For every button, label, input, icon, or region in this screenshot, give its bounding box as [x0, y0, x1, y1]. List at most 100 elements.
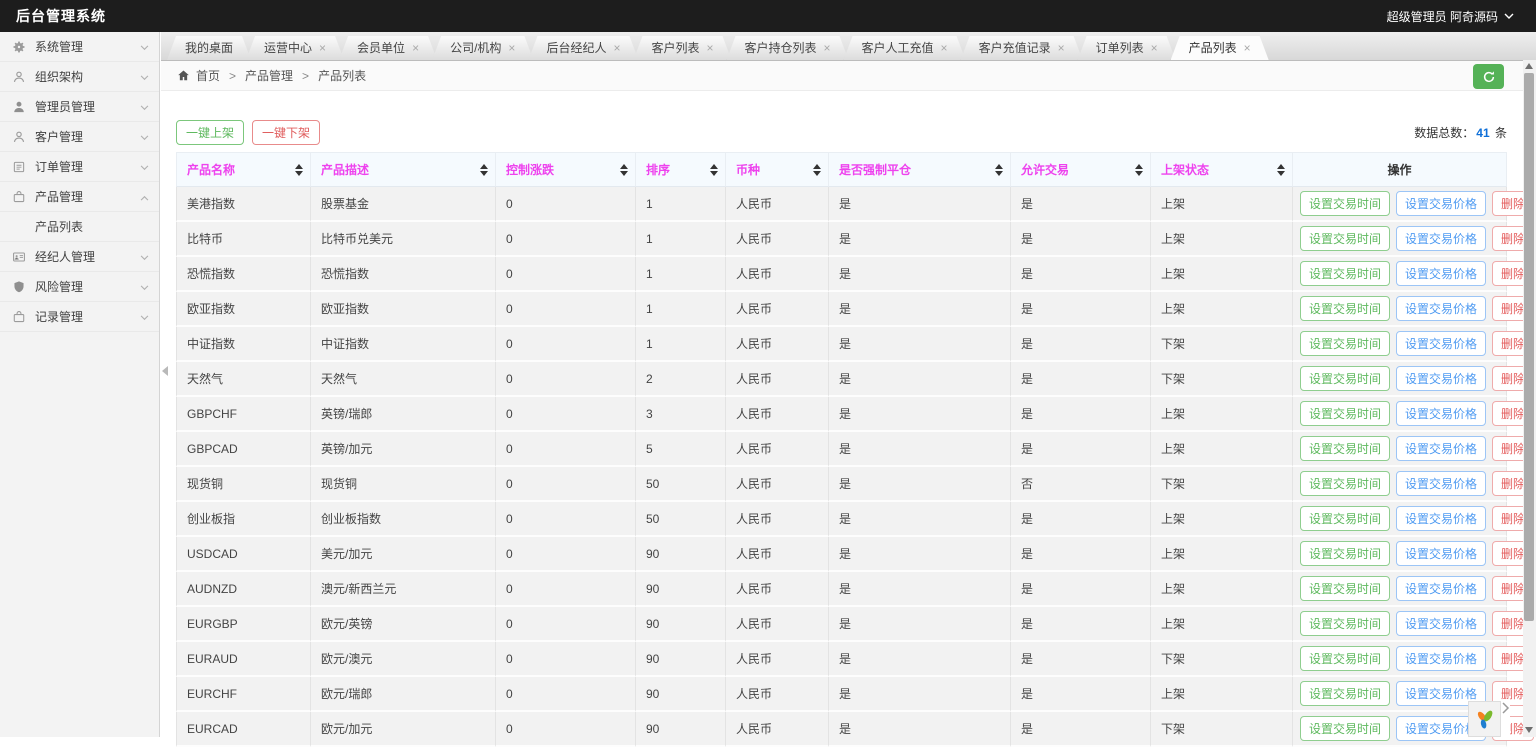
cell-status: 上架 [1151, 572, 1293, 607]
sidebar-item[interactable]: 产品管理 [0, 182, 159, 212]
tab[interactable]: 我的桌面 [167, 36, 251, 60]
sidebar-item[interactable]: 客户管理 [0, 122, 159, 152]
set-trade-time-button[interactable]: 设置交易时间 [1300, 191, 1390, 216]
set-trade-price-button[interactable]: 设置交易价格 [1396, 646, 1486, 671]
tab[interactable]: 会员单位× [339, 36, 437, 60]
set-trade-price-button[interactable]: 设置交易价格 [1396, 471, 1486, 496]
column-header-sortable[interactable]: 排序 [636, 152, 726, 187]
set-trade-time-button[interactable]: 设置交易时间 [1300, 366, 1390, 391]
cell-control: 0 [496, 677, 636, 712]
tab-close-icon[interactable]: × [412, 42, 419, 54]
sort-arrows-icon[interactable] [813, 164, 821, 176]
breadcrumb-item[interactable]: 产品列表 [318, 69, 366, 83]
sort-arrows-icon[interactable] [995, 164, 1003, 176]
column-header-sortable[interactable]: 是否强制平仓 [829, 152, 1011, 187]
sidebar-collapse-handle[interactable] [160, 352, 170, 390]
set-trade-price-button[interactable]: 设置交易价格 [1396, 261, 1486, 286]
set-trade-time-button[interactable]: 设置交易时间 [1300, 436, 1390, 461]
column-header-sortable[interactable]: 控制涨跌 [496, 152, 636, 187]
sidebar-item[interactable]: 记录管理 [0, 302, 159, 332]
sort-arrows-icon[interactable] [710, 164, 718, 176]
refresh-button[interactable] [1473, 64, 1504, 89]
sort-arrows-icon[interactable] [295, 164, 303, 176]
scroll-down-icon[interactable] [1525, 727, 1533, 733]
tab[interactable]: 运营中心× [246, 36, 344, 60]
sidebar-subitem[interactable]: 产品列表 [0, 212, 159, 242]
tab[interactable]: 客户充值记录× [961, 36, 1083, 60]
set-trade-price-button[interactable]: 设置交易价格 [1396, 401, 1486, 426]
scroll-up-icon[interactable] [1525, 63, 1533, 69]
set-trade-price-button[interactable]: 设置交易价格 [1396, 541, 1486, 566]
user-menu[interactable]: 超级管理员 阿奇源码 [1387, 8, 1536, 25]
set-trade-time-button[interactable]: 设置交易时间 [1300, 296, 1390, 321]
tab-close-icon[interactable]: × [508, 42, 515, 54]
set-trade-price-button[interactable]: 设置交易价格 [1396, 226, 1486, 251]
tab-close-icon[interactable]: × [613, 42, 620, 54]
set-trade-price-button[interactable]: 设置交易价格 [1396, 191, 1486, 216]
sidebar-item[interactable]: 系统管理 [0, 32, 159, 62]
vertical-scrollbar[interactable] [1523, 60, 1536, 737]
sort-arrows-icon[interactable] [620, 164, 628, 176]
set-trade-time-button[interactable]: 设置交易时间 [1300, 541, 1390, 566]
set-trade-time-button[interactable]: 设置交易时间 [1300, 471, 1390, 496]
set-trade-time-button[interactable]: 设置交易时间 [1300, 716, 1390, 741]
set-trade-time-button[interactable]: 设置交易时间 [1300, 611, 1390, 636]
sort-arrows-icon[interactable] [1277, 164, 1285, 176]
cell-currency: 人民币 [726, 607, 829, 642]
tab[interactable]: 后台经纪人× [528, 36, 638, 60]
batch-on-shelf-button[interactable]: 一键上架 [176, 120, 244, 145]
tab-close-icon[interactable]: × [319, 42, 326, 54]
batch-off-shelf-button[interactable]: 一键下架 [252, 120, 320, 145]
column-header-sortable[interactable]: 上架状态 [1151, 152, 1293, 187]
sort-arrows-icon[interactable] [1135, 164, 1143, 176]
column-header-sortable[interactable]: 产品描述 [311, 152, 496, 187]
tab[interactable]: 客户持仓列表× [727, 36, 849, 60]
sidebar-item[interactable]: 组织架构 [0, 62, 159, 92]
set-trade-time-button[interactable]: 设置交易时间 [1300, 506, 1390, 531]
tab[interactable]: 公司/机构× [432, 36, 533, 60]
cell-control: 0 [496, 222, 636, 257]
set-trade-time-button[interactable]: 设置交易时间 [1300, 576, 1390, 601]
column-header-sortable[interactable]: 币种 [726, 152, 829, 187]
set-trade-time-button[interactable]: 设置交易时间 [1300, 401, 1390, 426]
tab-close-icon[interactable]: × [941, 42, 948, 54]
set-trade-price-button[interactable]: 设置交易价格 [1396, 576, 1486, 601]
sidebar-item[interactable]: 管理员管理 [0, 92, 159, 122]
column-header-sortable[interactable]: 允许交易 [1011, 152, 1151, 187]
sidebar-item[interactable]: 风险管理 [0, 272, 159, 302]
set-trade-price-button[interactable]: 设置交易价格 [1396, 331, 1486, 356]
cell-status: 上架 [1151, 187, 1293, 222]
set-trade-price-button[interactable]: 设置交易价格 [1396, 611, 1486, 636]
cell-name: USDCAD [176, 537, 311, 572]
widget-logo[interactable] [1468, 701, 1501, 737]
column-header-sortable[interactable]: 产品名称 [176, 152, 311, 187]
set-trade-time-button[interactable]: 设置交易时间 [1300, 261, 1390, 286]
breadcrumb-item[interactable]: 产品管理 [245, 69, 293, 83]
sidebar-item[interactable]: 经纪人管理 [0, 242, 159, 272]
cell-actions: 设置交易时间设置交易价格删除 [1293, 222, 1507, 257]
widget-next-button[interactable] [1501, 701, 1510, 737]
tab-close-icon[interactable]: × [1244, 42, 1251, 54]
set-trade-time-button[interactable]: 设置交易时间 [1300, 331, 1390, 356]
tab-close-icon[interactable]: × [706, 42, 713, 54]
tab-close-icon[interactable]: × [1151, 42, 1158, 54]
tab[interactable]: 订单列表× [1078, 36, 1176, 60]
breadcrumb-item[interactable]: 首页 [196, 69, 220, 83]
cell-sort: 3 [636, 397, 726, 432]
tab[interactable]: 客户列表× [633, 36, 731, 60]
set-trade-time-button[interactable]: 设置交易时间 [1300, 226, 1390, 251]
set-trade-price-button[interactable]: 设置交易价格 [1396, 436, 1486, 461]
cell-actions: 设置交易时间设置交易价格删除 [1293, 467, 1507, 502]
tab-close-icon[interactable]: × [824, 42, 831, 54]
set-trade-time-button[interactable]: 设置交易时间 [1300, 646, 1390, 671]
tab-close-icon[interactable]: × [1058, 42, 1065, 54]
sort-arrows-icon[interactable] [480, 164, 488, 176]
scrollbar-thumb[interactable] [1524, 73, 1534, 621]
sidebar-item[interactable]: 订单管理 [0, 152, 159, 182]
set-trade-price-button[interactable]: 设置交易价格 [1396, 296, 1486, 321]
tab[interactable]: 产品列表× [1171, 36, 1269, 60]
tab[interactable]: 客户人工充值× [844, 36, 966, 60]
set-trade-price-button[interactable]: 设置交易价格 [1396, 506, 1486, 531]
set-trade-time-button[interactable]: 设置交易时间 [1300, 681, 1390, 706]
set-trade-price-button[interactable]: 设置交易价格 [1396, 366, 1486, 391]
